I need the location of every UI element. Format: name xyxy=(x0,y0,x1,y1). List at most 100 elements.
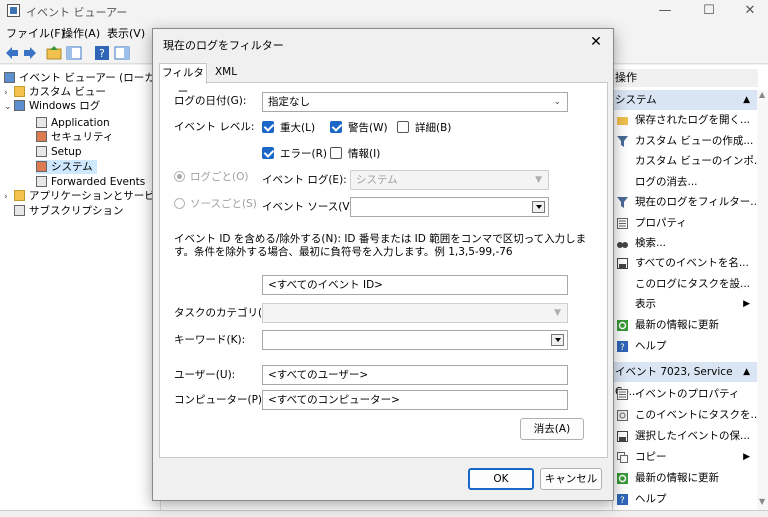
action-open-saved-log[interactable]: 保存されたログを開く... xyxy=(613,110,758,130)
action-properties[interactable]: プロパティ xyxy=(613,213,758,233)
event-source-dropdown[interactable] xyxy=(350,197,549,217)
action-event-properties[interactable]: イベントのプロパティ xyxy=(613,384,758,404)
status-bar xyxy=(0,510,768,517)
help-icon: ? xyxy=(617,494,628,505)
tree-item-windows-logs[interactable]: ⌄ Windows ログ xyxy=(4,99,100,113)
save-icon xyxy=(617,258,628,269)
copy-icon xyxy=(617,452,628,463)
action-attach-task-to-event[interactable]: このイベントにタスクを... xyxy=(613,405,758,425)
menu-action[interactable]: 操作(A) xyxy=(62,25,100,41)
properties-icon xyxy=(617,389,628,400)
dropdown-arrow-icon[interactable] xyxy=(532,201,545,213)
folder-icon xyxy=(14,86,25,97)
level-error-checkbox[interactable]: エラー(R) xyxy=(262,147,327,161)
user-input[interactable]: <すべてのユーザー> xyxy=(262,365,568,385)
action-find[interactable]: 検索... xyxy=(613,233,758,253)
action-create-custom-view[interactable]: カスタム ビューの作成... xyxy=(613,131,758,151)
action-filter-current-log[interactable]: 現在のログをフィルター... xyxy=(613,192,758,212)
folder-up-icon[interactable] xyxy=(46,45,62,61)
navigation-tree: イベント ビューアー (ローカル) › カスタム ビュー ⌄ Windows ログ … xyxy=(0,65,190,510)
level-critical-checkbox[interactable]: 重大(L) xyxy=(262,121,315,135)
by-source-radio[interactable]: ソースごと(S) xyxy=(174,198,257,212)
dropdown-arrow-icon[interactable] xyxy=(551,334,564,346)
maximize-button[interactable]: ☐ xyxy=(692,0,726,22)
event-id-input[interactable]: <すべてのイベント ID> xyxy=(262,275,568,295)
window-title: イベント ビューアー xyxy=(26,6,128,19)
log-icon xyxy=(36,161,47,172)
help-toolbar-icon[interactable]: ? xyxy=(94,45,110,61)
action-refresh-event[interactable]: 最新の情報に更新 xyxy=(613,468,758,488)
task-category-dropdown[interactable]: ▼ xyxy=(262,303,568,323)
svg-text:?: ? xyxy=(99,47,105,60)
tree-item-application[interactable]: Application xyxy=(36,116,110,130)
level-verbose-checkbox[interactable]: 詳細(B) xyxy=(397,121,451,135)
svg-text:?: ? xyxy=(620,496,625,505)
forward-arrow-icon[interactable] xyxy=(22,45,38,61)
minimize-button[interactable]: — xyxy=(648,0,682,22)
tree-item-system[interactable]: システム xyxy=(36,160,97,174)
expand-arrow-icon[interactable]: › xyxy=(4,190,14,204)
collapse-triangle-icon[interactable]: ▲ xyxy=(743,90,750,110)
log-icon xyxy=(36,146,47,157)
actions-section-system[interactable]: システム ▲ xyxy=(613,90,758,110)
submenu-arrow-icon: ▶ xyxy=(743,299,750,309)
actions-scrollbar[interactable]: ▲ ▼ xyxy=(757,90,768,510)
computer-input[interactable]: <すべてのコンピューター> xyxy=(262,390,568,410)
binoculars-icon xyxy=(617,242,628,248)
logged-dropdown[interactable]: 指定なし ⌄ xyxy=(262,92,568,112)
actions-header: 操作 xyxy=(613,69,758,87)
scroll-up-icon[interactable]: ▲ xyxy=(759,90,765,99)
tree-item-root[interactable]: イベント ビューアー (ローカル) xyxy=(4,71,169,85)
tree-item-security[interactable]: セキュリティ xyxy=(36,130,113,144)
action-refresh[interactable]: 最新の情報に更新 xyxy=(613,315,758,335)
checkbox-unchecked-icon xyxy=(330,147,342,159)
checkbox-checked-icon xyxy=(262,147,274,159)
close-window-button[interactable]: ✕ xyxy=(733,0,767,22)
tree-item-custom-views[interactable]: › カスタム ビュー xyxy=(4,85,106,99)
keywords-dropdown[interactable] xyxy=(262,330,568,350)
level-information-checkbox[interactable]: 情報(I) xyxy=(330,147,380,161)
scroll-down-icon[interactable]: ▼ xyxy=(759,497,765,506)
refresh-icon xyxy=(617,473,628,484)
log-icon xyxy=(36,176,47,187)
action-import-custom-view[interactable]: カスタム ビューのインポ... xyxy=(613,151,758,171)
tree-item-subscriptions[interactable]: サブスクリプション xyxy=(14,204,124,218)
tab-xml[interactable]: XML xyxy=(207,63,245,83)
action-help-event[interactable]: ? ヘルプ xyxy=(613,489,758,509)
action-help[interactable]: ? ヘルプ xyxy=(613,336,758,356)
menu-view[interactable]: 表示(V) xyxy=(107,25,145,41)
action-attach-task-to-log[interactable]: このログにタスクを設... xyxy=(613,274,758,294)
collapse-arrow-icon[interactable]: ⌄ xyxy=(4,100,14,114)
event-source-label: イベント ソース(V): xyxy=(262,201,358,213)
action-clear-log[interactable]: ログの消去... xyxy=(613,172,758,192)
event-log-dropdown[interactable]: システム ▼ xyxy=(350,170,549,190)
collapse-triangle-icon[interactable]: ▲ xyxy=(743,362,750,382)
dialog-close-button[interactable]: ✕ xyxy=(587,33,605,51)
tree-item-forwarded-events[interactable]: Forwarded Events xyxy=(36,175,145,189)
action-copy[interactable]: コピー ▶ xyxy=(613,447,758,467)
level-warning-checkbox[interactable]: 警告(W) xyxy=(330,121,388,135)
show-hide-action-pane-icon[interactable] xyxy=(114,45,130,61)
svg-text:?: ? xyxy=(620,343,625,352)
expand-arrow-icon[interactable]: › xyxy=(4,86,14,100)
tree-item-setup[interactable]: Setup xyxy=(36,145,82,159)
show-hide-tree-icon[interactable] xyxy=(66,45,82,61)
main-title-bar: イベント ビューアー — ☐ ✕ xyxy=(0,0,768,22)
actions-section-event[interactable]: イベント 7023, Service Co...▲ xyxy=(613,362,758,398)
action-save-selected-events[interactable]: 選択したイベントの保... xyxy=(613,426,758,446)
subscriptions-icon xyxy=(14,205,25,216)
save-icon xyxy=(617,431,628,442)
folder-icon xyxy=(14,190,25,201)
back-arrow-icon[interactable] xyxy=(4,45,20,61)
action-view[interactable]: 表示 ▶ xyxy=(613,294,758,314)
clear-button[interactable]: 消去(A) xyxy=(520,418,584,440)
menu-file[interactable]: ファイル(F) xyxy=(6,25,65,41)
windows-logs-icon xyxy=(14,100,25,111)
event-viewer-app-icon xyxy=(7,4,20,17)
action-save-all-events[interactable]: すべてのイベントを名... xyxy=(613,253,758,273)
cancel-button[interactable]: キャンセル xyxy=(540,468,602,490)
by-log-radio[interactable]: ログごと(O) xyxy=(174,171,248,185)
ok-button[interactable]: OK xyxy=(468,468,534,490)
tab-filter[interactable]: フィルター xyxy=(159,63,207,98)
filter-tab-panel: ログの日付(G): 指定なし ⌄ イベント レベル: 重大(L) 警告(W) 詳… xyxy=(159,82,608,458)
